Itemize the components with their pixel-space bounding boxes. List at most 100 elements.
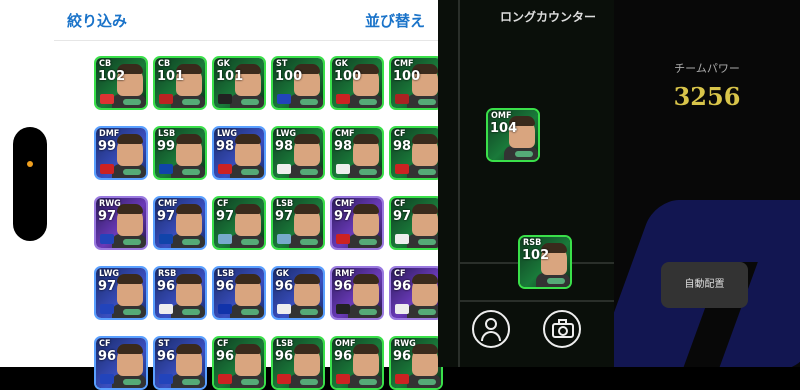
- player-card[interactable]: RWG 97: [94, 196, 148, 250]
- player-card[interactable]: CMF 100: [389, 56, 443, 110]
- nation-flag-icon: [277, 164, 291, 174]
- card-rating: 102: [522, 248, 550, 263]
- card-position: LWG: [217, 129, 238, 139]
- card-rating: 96: [216, 349, 235, 364]
- player-card[interactable]: LWG 98: [271, 126, 325, 180]
- card-position: LWG: [99, 269, 120, 279]
- skill-badges-icon: [359, 309, 377, 315]
- nation-flag-icon: [100, 94, 114, 104]
- player-card[interactable]: CMF 97: [153, 196, 207, 250]
- skill-badges-icon: [182, 99, 200, 105]
- player-card[interactable]: RSB 96: [153, 266, 207, 320]
- card-position: CF: [217, 339, 229, 349]
- player-hair: [353, 134, 379, 144]
- camera-button[interactable]: [543, 310, 581, 348]
- formation-title: ロングカウンター: [500, 10, 597, 24]
- skill-badges-icon: [300, 99, 318, 105]
- skill-badges-icon: [515, 151, 533, 157]
- player-card[interactable]: CF 98: [389, 126, 443, 180]
- player-card[interactable]: RSB 102: [518, 235, 572, 289]
- filter-button[interactable]: 絞り込み: [67, 10, 127, 31]
- player-hair: [117, 274, 143, 284]
- player-card[interactable]: CF 96: [389, 266, 443, 320]
- player-hair: [353, 344, 379, 354]
- card-rating: 97: [216, 209, 235, 224]
- nation-flag-icon: [395, 234, 409, 244]
- player-card[interactable]: LSB 96: [271, 336, 325, 390]
- player-card[interactable]: CF 97: [212, 196, 266, 250]
- player-hair: [294, 274, 320, 284]
- player-list-panel: 絞り込み 並び替え CB 102 CB 101 GK 101 ST 100 GK 100 CMF 10…: [54, 0, 443, 390]
- card-position: RWG: [394, 339, 416, 349]
- player-card[interactable]: CF 97: [389, 196, 443, 250]
- card-rating: 98: [216, 139, 235, 154]
- player-card[interactable]: CB 101: [153, 56, 207, 110]
- skill-badges-icon: [182, 309, 200, 315]
- player-hair: [353, 204, 379, 214]
- card-rating: 98: [275, 139, 294, 154]
- card-position: CF: [99, 339, 111, 349]
- side-drawer-handle[interactable]: [13, 127, 47, 241]
- player-card[interactable]: RWG 96: [389, 336, 443, 390]
- player-card[interactable]: CMF 98: [330, 126, 384, 180]
- nation-flag-icon: [218, 94, 232, 104]
- skill-badges-icon: [418, 169, 436, 175]
- card-position: DMF: [99, 129, 120, 139]
- nation-flag-icon: [395, 374, 409, 384]
- nation-flag-icon: [336, 164, 350, 174]
- player-card[interactable]: GK 96: [271, 266, 325, 320]
- player-card[interactable]: ST 100: [271, 56, 325, 110]
- skill-badges-icon: [418, 379, 436, 385]
- nation-flag-icon: [159, 374, 173, 384]
- player-card[interactable]: LSB 96: [212, 266, 266, 320]
- player-card[interactable]: GK 100: [330, 56, 384, 110]
- camera-icon-lens: [558, 326, 568, 336]
- card-rating: 104: [490, 121, 518, 136]
- skill-badges-icon: [359, 379, 377, 385]
- player-card[interactable]: RMF 96: [330, 266, 384, 320]
- player-card[interactable]: DMF 99: [94, 126, 148, 180]
- card-position: GK: [335, 59, 348, 69]
- skill-badges-icon: [359, 99, 377, 105]
- card-rating: 99: [98, 139, 117, 154]
- player-card[interactable]: OMF 104: [486, 108, 540, 162]
- player-hair: [117, 344, 143, 354]
- player-card[interactable]: CF 96: [212, 336, 266, 390]
- player-hair: [176, 134, 202, 144]
- sort-button[interactable]: 並び替え: [365, 10, 425, 31]
- card-rating: 98: [393, 139, 412, 154]
- card-rating: 98: [334, 139, 353, 154]
- nation-flag-icon: [159, 164, 173, 174]
- skill-badges-icon: [241, 309, 259, 315]
- player-card[interactable]: CMF 97: [330, 196, 384, 250]
- player-card[interactable]: CF 96: [94, 336, 148, 390]
- nation-flag-icon: [218, 234, 232, 244]
- player-card[interactable]: ST 96: [153, 336, 207, 390]
- auto-assign-button[interactable]: 自動配置: [661, 262, 748, 308]
- nation-flag-icon: [395, 164, 409, 174]
- card-rating: 101: [216, 69, 244, 84]
- player-card[interactable]: LSB 99: [153, 126, 207, 180]
- player-view-button[interactable]: [472, 310, 510, 348]
- skill-badges-icon: [241, 239, 259, 245]
- player-card[interactable]: CB 102: [94, 56, 148, 110]
- player-hair: [412, 204, 438, 214]
- card-position: CF: [394, 269, 406, 279]
- nation-flag-icon: [336, 234, 350, 244]
- player-card[interactable]: LSB 97: [271, 196, 325, 250]
- player-hair: [235, 134, 261, 144]
- skill-badges-icon: [418, 99, 436, 105]
- player-card[interactable]: OMF 96: [330, 336, 384, 390]
- card-position: CMF: [335, 129, 355, 139]
- nation-flag-icon: [159, 94, 173, 104]
- player-card[interactable]: GK 101: [212, 56, 266, 110]
- card-position: RSB: [523, 238, 542, 248]
- player-card[interactable]: LWG 98: [212, 126, 266, 180]
- card-position: RSB: [158, 269, 177, 279]
- skill-badges-icon: [418, 239, 436, 245]
- card-rating: 97: [334, 209, 353, 224]
- card-rating: 100: [275, 69, 303, 84]
- card-position: RMF: [335, 269, 355, 279]
- formation-pitch: ロングカウンター OMF 104 RSB 102: [438, 0, 614, 367]
- player-card[interactable]: LWG 97: [94, 266, 148, 320]
